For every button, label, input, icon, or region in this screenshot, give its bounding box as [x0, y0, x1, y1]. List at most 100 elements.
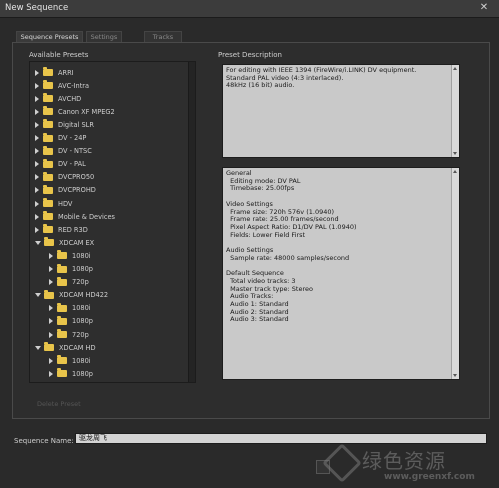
tree-scrollbar[interactable]	[188, 62, 195, 382]
preset-item-label: 720p	[72, 330, 89, 339]
folder-icon	[57, 263, 67, 273]
preset-item-label: 1080i	[72, 251, 91, 260]
preset-item[interactable]: ARRI	[35, 66, 74, 79]
expand-right-icon[interactable]	[49, 279, 53, 286]
expand-right-icon[interactable]	[35, 108, 39, 115]
preset-item[interactable]: 1080i	[49, 302, 91, 315]
expand-right-icon[interactable]	[49, 318, 53, 325]
expand-right-icon[interactable]	[35, 69, 39, 76]
expand-right-icon[interactable]	[49, 305, 53, 312]
expand-down-icon[interactable]	[35, 345, 41, 350]
preset-item-label: 1080i	[72, 356, 91, 365]
folder-icon	[44, 342, 54, 352]
preset-item[interactable]: Digital SLR	[35, 118, 94, 131]
expand-right-icon[interactable]	[49, 266, 53, 272]
preset-item[interactable]: DVCPRO50	[35, 171, 94, 184]
expand-right-icon[interactable]	[35, 200, 39, 207]
expand-down-icon[interactable]	[35, 240, 41, 245]
folder-icon	[57, 368, 67, 378]
preset-item-label: 1080p	[72, 265, 93, 273]
preset-item-label: AVC-Intra	[58, 81, 90, 90]
watermark-url: www.greenxf.com	[384, 472, 475, 482]
preset-item[interactable]: DV - PAL	[35, 158, 86, 171]
title-bar: New Sequence ✕	[0, 0, 499, 18]
folder-icon	[43, 171, 53, 181]
preset-details-text: General Editing mode: DV PAL Timebase: 2…	[226, 169, 357, 324]
preset-item[interactable]: DV - NTSC	[35, 145, 92, 158]
preset-item-label: 720p	[72, 278, 89, 287]
preset-description-box[interactable]: For editing with IEEE 1394 (FireWire/i.L…	[222, 64, 460, 158]
expand-right-icon[interactable]	[35, 148, 39, 155]
scroll-down-icon[interactable]	[453, 152, 457, 155]
presets-tree[interactable]: ARRI AVC-Intra AVCHD Canon XF MPEG2 Digital …	[29, 61, 196, 383]
expand-right-icon[interactable]	[35, 187, 39, 194]
expand-right-icon[interactable]	[49, 357, 53, 364]
expand-right-icon[interactable]	[35, 213, 39, 220]
window-title: New Sequence	[5, 3, 69, 13]
preset-item[interactable]: 720p	[49, 276, 89, 289]
preset-item-label: 1080p	[72, 369, 93, 378]
folder-icon	[57, 276, 67, 286]
folder-icon	[43, 145, 53, 155]
scroll-down-icon[interactable]	[453, 374, 457, 377]
watermark: 绿色资源 www.greenxf.com	[322, 443, 493, 485]
expand-right-icon[interactable]	[35, 82, 39, 89]
close-icon[interactable]: ✕	[477, 2, 491, 14]
expand-right-icon[interactable]	[35, 95, 39, 102]
preset-item[interactable]: XDCAM EX	[35, 236, 94, 249]
preset-item-label: XDCAM HD	[59, 343, 96, 352]
folder-icon	[43, 119, 53, 129]
folder-icon	[57, 329, 67, 338]
preset-item[interactable]: AVCHD	[35, 92, 81, 105]
expand-right-icon[interactable]	[35, 174, 39, 181]
expand-down-icon[interactable]	[35, 293, 41, 298]
preset-item-label: Digital SLR	[58, 120, 94, 129]
preset-item[interactable]: AVC-Intra	[35, 79, 89, 92]
expand-right-icon[interactable]	[35, 226, 39, 233]
preset-item[interactable]: HDV	[35, 197, 72, 210]
preset-item[interactable]: XDCAM HD	[35, 341, 96, 354]
folder-icon	[43, 184, 53, 194]
preset-item[interactable]: Mobile & Devices	[35, 210, 115, 223]
preset-item[interactable]: DV - 24P	[35, 132, 86, 145]
preset-item[interactable]: XDCAM HD422	[35, 289, 108, 302]
delete-preset-button[interactable]: Delete Preset	[37, 400, 81, 408]
expand-right-icon[interactable]	[35, 161, 39, 168]
expand-right-icon[interactable]	[35, 121, 39, 128]
preset-item-label: AVCHD	[58, 94, 82, 103]
expand-right-icon[interactable]	[49, 252, 53, 259]
preset-item[interactable]: 1080p	[49, 367, 93, 380]
details-scrollbar[interactable]	[451, 168, 459, 379]
folder-icon	[43, 158, 53, 168]
preset-description-text: For editing with IEEE 1394 (FireWire/i.L…	[226, 66, 417, 90]
preset-item[interactable]: 720p	[49, 328, 89, 341]
expand-right-icon[interactable]	[35, 135, 39, 141]
watermark-logo-icon	[322, 443, 362, 483]
folder-icon	[43, 224, 53, 234]
preset-item-label: HDV	[58, 199, 73, 208]
scroll-up-icon[interactable]	[453, 67, 457, 70]
expand-right-icon[interactable]	[49, 370, 53, 377]
folder-icon	[43, 67, 53, 76]
preset-item-label: XDCAM HD422	[59, 291, 109, 300]
preset-item[interactable]: 1080p	[49, 315, 93, 328]
sequence-name-input[interactable]	[75, 433, 487, 444]
expand-right-icon[interactable]	[49, 331, 53, 338]
preset-item[interactable]: Canon XF MPEG2	[35, 105, 115, 118]
preset-item-label: Mobile & Devices	[58, 212, 115, 221]
preset-item[interactable]: 1080i	[49, 249, 91, 262]
folder-icon	[57, 355, 67, 365]
preset-description-heading: Preset Description	[218, 51, 282, 59]
description-scrollbar[interactable]	[451, 65, 459, 157]
preset-details-box[interactable]: General Editing mode: DV PAL Timebase: 2…	[222, 167, 460, 380]
preset-item[interactable]: 1080i	[49, 354, 91, 367]
scroll-up-icon[interactable]	[453, 170, 457, 173]
watermark-text: 绿色资源	[362, 449, 446, 473]
preset-item[interactable]: 1080p	[49, 263, 93, 276]
preset-item[interactable]: RED R3D	[35, 223, 88, 236]
folder-icon	[57, 250, 67, 260]
preset-item-label: DV - NTSC	[58, 147, 92, 156]
folder-icon	[43, 211, 53, 221]
preset-item[interactable]: DVCPROHD	[35, 184, 96, 197]
preset-item-label: 1080p	[72, 317, 93, 326]
